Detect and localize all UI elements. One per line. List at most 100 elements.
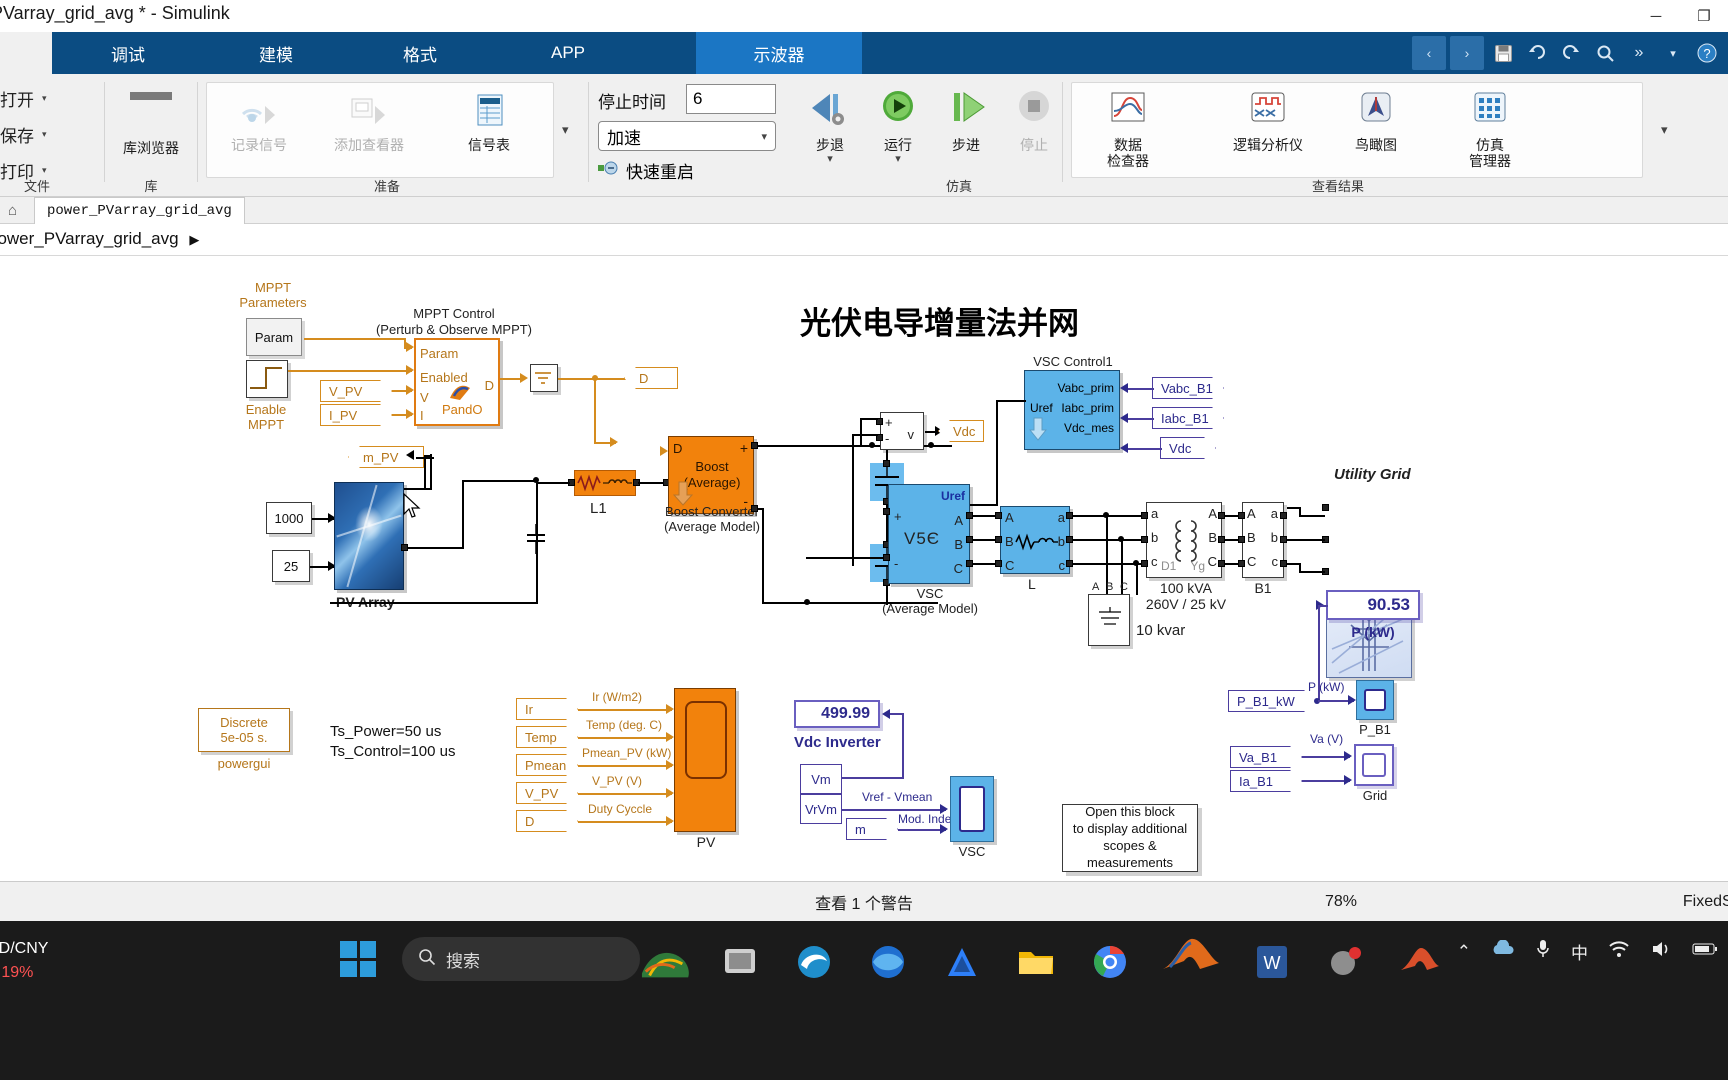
taskbar-app-blue[interactable] — [936, 936, 988, 988]
enable-mppt-step-block[interactable] — [246, 360, 288, 398]
powergui-block[interactable]: Discrete 5e-05 s. — [198, 708, 290, 752]
onedrive-icon[interactable] — [1491, 939, 1515, 963]
scope-vsc[interactable] — [950, 776, 994, 842]
tag-v-pv-sub[interactable]: V_PV — [516, 782, 578, 804]
chevron-down-icon[interactable]: ▾ — [761, 130, 767, 143]
taskbar-weather-icon[interactable] — [640, 936, 692, 988]
tag-vdc-from[interactable]: Vdc — [1160, 437, 1216, 459]
tag-vdc-goto[interactable]: Vdc — [938, 420, 984, 442]
volume-icon[interactable] — [1650, 940, 1672, 963]
l1-block[interactable] — [574, 470, 636, 496]
more-icon[interactable]: » — [1624, 38, 1654, 68]
taskbar-search[interactable]: 搜索 — [402, 937, 640, 981]
results-overflow-caret-icon[interactable]: ▾ — [1661, 122, 1668, 138]
stop-time-input[interactable] — [686, 84, 776, 114]
taskbar-simulink[interactable] — [1394, 936, 1446, 988]
save-button[interactable]: 保存 ▾ — [0, 122, 47, 147]
battery-icon[interactable] — [1692, 941, 1718, 962]
irradiance-constant-block[interactable]: 1000 — [266, 502, 312, 534]
vsc-control-block[interactable]: Uref Vabc_prim Iabc_prim Vdc_mes — [1024, 370, 1120, 450]
ime-indicator[interactable]: 中 — [1571, 939, 1588, 964]
tag-d-goto[interactable]: D — [624, 367, 678, 389]
vm-block[interactable]: Vm — [800, 764, 842, 794]
model-tab[interactable]: power_PVarray_grid_avg — [34, 197, 245, 224]
status-zoom-level[interactable]: 78% — [1325, 893, 1357, 911]
help-icon[interactable]: ? — [1692, 38, 1722, 68]
tag-pmean[interactable]: Pmean — [516, 754, 578, 776]
boost-converter-block[interactable]: D + - Boost (Average) — [668, 436, 754, 514]
tag-i-pv[interactable]: I_PV — [320, 404, 392, 426]
search-icon[interactable] — [1590, 38, 1620, 68]
l-block[interactable]: A B C a b c — [1000, 506, 1070, 574]
data-inspector-button[interactable]: 数据 检查器 — [1085, 90, 1171, 169]
chevron-up-icon[interactable]: ⌃ — [1457, 942, 1471, 962]
simulation-mode-select[interactable]: 加速 ▾ — [598, 121, 776, 151]
status-warning[interactable]: 查看 1 个警告 — [815, 890, 913, 914]
tag-vabc-b1[interactable]: Vabc_B1 — [1152, 377, 1224, 399]
vdc-inverter-display[interactable]: 499.99 — [794, 700, 880, 728]
home-icon[interactable]: ⌂ — [8, 202, 17, 219]
taskbar-browser2[interactable] — [862, 936, 914, 988]
tag-ir[interactable]: Ir — [516, 698, 578, 720]
rate-transition-block[interactable] — [530, 364, 558, 392]
taskbar-word[interactable]: W — [1246, 936, 1298, 988]
transformer-block[interactable]: a b c A B C D1 Yg — [1146, 502, 1222, 578]
tab-format[interactable]: 格式 — [348, 32, 492, 74]
pv-subsystem-block[interactable] — [674, 688, 736, 832]
vrvm-block[interactable]: VrVm — [800, 794, 842, 824]
taskbar-chrome[interactable] — [1084, 936, 1136, 988]
tab-scope[interactable]: 示波器 — [696, 32, 862, 74]
microphone-icon[interactable] — [1535, 939, 1551, 964]
tag-temp[interactable]: Temp — [516, 726, 578, 748]
signal-table-button[interactable]: 信号表 — [446, 92, 532, 153]
note-block[interactable]: Open this block to display additional sc… — [1062, 804, 1198, 872]
simulation-manager-button[interactable]: 仿真 管理器 — [1447, 90, 1533, 169]
tag-v-pv[interactable]: V_PV — [320, 380, 392, 402]
tag-d-sub[interactable]: D — [516, 810, 578, 832]
birds-eye-scope-button[interactable]: 鸟瞰图 — [1333, 90, 1419, 153]
scope-grid[interactable] — [1354, 744, 1394, 786]
temperature-constant-block[interactable]: 25 — [272, 550, 310, 582]
breadcrumb-path[interactable]: power_PVarray_grid_avg ▶ — [0, 229, 199, 249]
p-display-block[interactable]: 90.53 — [1326, 590, 1420, 620]
log-signals-button[interactable]: 记录信号 — [216, 92, 302, 153]
tag-ia-b1[interactable]: Ia_B1 — [1230, 770, 1302, 792]
tab-debug[interactable]: 调试 — [52, 32, 204, 74]
voltage-measurement-block[interactable]: + - v — [880, 412, 924, 450]
tag-m[interactable]: m — [846, 818, 898, 840]
mppt-control-block[interactable]: Param Enabled V I D PandO — [414, 338, 500, 426]
model-canvas[interactable]: 光伏电导增量法并网 MPPT Parameters Param Enable M… — [0, 256, 1728, 881]
library-browser-button[interactable]: 库浏览器 — [108, 92, 194, 156]
maximize-button[interactable]: ❐ — [1680, 0, 1728, 32]
wifi-icon[interactable] — [1608, 940, 1630, 963]
taskbar-media[interactable] — [1320, 936, 1372, 988]
vsc-block[interactable]: Uref + - A B C V5Є — [888, 484, 970, 584]
taskbar-edge[interactable] — [788, 936, 840, 988]
chevron-left-icon[interactable]: ‹ — [1412, 36, 1446, 70]
save-icon[interactable] — [1488, 38, 1518, 68]
open-caret-icon[interactable]: ▾ — [42, 93, 47, 104]
param-block[interactable]: Param — [246, 318, 302, 356]
redo-icon[interactable] — [1556, 38, 1586, 68]
print-caret-icon[interactable]: ▾ — [42, 165, 47, 176]
tag-iabc-b1[interactable]: Iabc_B1 — [1152, 407, 1224, 429]
undo-icon[interactable] — [1522, 38, 1552, 68]
pv-array-block[interactable] — [334, 482, 404, 590]
chevron-down-icon[interactable]: ▾ — [1658, 38, 1688, 68]
b1-block[interactable]: A B C a b c — [1242, 502, 1284, 578]
tab-modeling[interactable]: 建模 — [204, 32, 348, 74]
run-caret-icon[interactable]: ▾ — [855, 153, 941, 166]
taskbar-task-view[interactable] — [714, 936, 766, 988]
scope-p-b1[interactable] — [1356, 680, 1394, 720]
tab-apps[interactable]: APP — [492, 32, 644, 74]
tag-va-b1[interactable]: Va_B1 — [1230, 746, 1302, 768]
logic-analyzer-button[interactable]: 逻辑分析仪 — [1213, 90, 1323, 153]
taskbar-stock-widget[interactable]: SD/CNY 0.19% — [0, 937, 48, 985]
save-caret-icon[interactable]: ▾ — [42, 129, 47, 140]
fast-restart-toggle[interactable]: 快速重启 — [598, 158, 694, 183]
chevron-right-icon[interactable]: › — [1450, 36, 1484, 70]
taskbar-explorer[interactable] — [1010, 936, 1062, 988]
add-viewer-button[interactable]: 添加查看器 — [326, 92, 412, 153]
prepare-overflow-caret-icon[interactable]: ▾ — [562, 122, 569, 138]
minimize-button[interactable]: ─ — [1632, 0, 1680, 32]
